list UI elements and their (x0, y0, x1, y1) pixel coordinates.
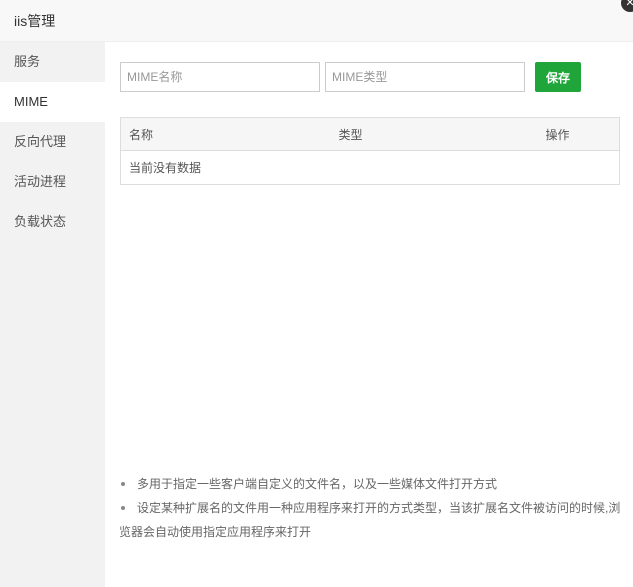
sidebar-item-active-processes[interactable]: 活动进程 (0, 162, 105, 202)
column-header-type: 类型 (330, 117, 538, 151)
help-notes: 多用于指定一些客户端自定义的文件名，以及一些媒体文件打开方式 设定某种扩展名的文… (119, 472, 625, 544)
empty-table-message: 当前没有数据 (129, 161, 202, 175)
sidebar-item-mime[interactable]: MIME (0, 82, 105, 122)
sidebar-item-service[interactable]: 服务 (0, 42, 105, 82)
note-text: 设定某种扩展名的文件用一种应用程序来打开的方式类型，当该扩展名文件被访问的时候,… (119, 501, 621, 539)
table-header-row: 名称 类型 操作 (120, 117, 620, 151)
window-title: iis管理 (14, 13, 56, 29)
note-text: 多用于指定一些客户端自定义的文件名，以及一些媒体文件打开方式 (137, 477, 498, 491)
column-header-name: 名称 (120, 117, 331, 151)
bullet-icon (121, 482, 125, 486)
title-bar: iis管理 (0, 0, 633, 42)
mime-table: 名称 类型 操作 当前没有数据 (120, 117, 620, 185)
sidebar: 服务 MIME 反向代理 活动进程 负载状态 (0, 42, 105, 587)
main-panel: 保存 名称 类型 操作 当前没有数据 多用于指定一些客户端自定义的文件名，以及一… (105, 42, 633, 587)
mime-name-input[interactable] (120, 62, 320, 92)
bullet-icon (121, 506, 125, 510)
save-button[interactable]: 保存 (535, 62, 581, 92)
sidebar-item-reverse-proxy[interactable]: 反向代理 (0, 122, 105, 162)
table-row: 当前没有数据 (121, 151, 620, 185)
mime-type-input[interactable] (325, 62, 525, 92)
column-header-actions: 操作 (537, 117, 620, 151)
list-item: 设定某种扩展名的文件用一种应用程序来打开的方式类型，当该扩展名文件被访问的时候,… (119, 496, 625, 544)
sidebar-item-load-status[interactable]: 负载状态 (0, 202, 105, 242)
list-item: 多用于指定一些客户端自定义的文件名，以及一些媒体文件打开方式 (119, 472, 625, 496)
